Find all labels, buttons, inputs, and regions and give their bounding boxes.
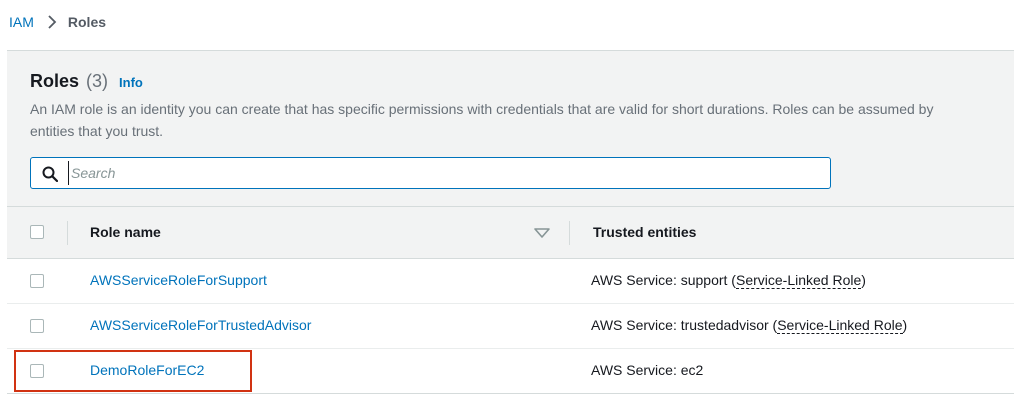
trusted-entity-text: AWS Service: support ( <box>591 272 736 288</box>
role-name-link[interactable]: AWSServiceRoleForTrustedAdvisor <box>90 317 311 333</box>
column-header-role-name[interactable]: Role name <box>90 224 161 240</box>
breadcrumb-iam-link[interactable]: IAM <box>9 14 34 30</box>
trusted-entity: AWS Service: support (Service-Linked Rol… <box>591 272 866 289</box>
roles-panel: Roles (3) Info An IAM role is an identit… <box>7 50 1014 395</box>
select-all-checkbox[interactable] <box>30 225 44 239</box>
table-row: DemoRoleForEC2 AWS Service: ec2 <box>7 349 1014 394</box>
table-row: AWSServiceRoleForSupport AWS Service: su… <box>7 259 1014 304</box>
page-description: An IAM role is an identity you can creat… <box>30 101 934 139</box>
page-title: Roles <box>30 71 80 91</box>
roles-count: (3) <box>86 71 109 91</box>
column-header-trusted-entities[interactable]: Trusted entities <box>593 224 696 240</box>
search-box[interactable] <box>30 157 831 189</box>
column-divider <box>569 221 570 245</box>
breadcrumb: IAM Roles <box>0 0 1014 44</box>
search-icon <box>42 166 58 182</box>
row-checkbox[interactable] <box>30 274 44 288</box>
trusted-entity: AWS Service: trustedadvisor (Service-Lin… <box>591 317 908 334</box>
panel-header: Roles (3) Info An IAM role is an identit… <box>7 51 1014 207</box>
service-linked-role-link[interactable]: Service-Linked Role <box>777 317 903 334</box>
trusted-entity: AWS Service: ec2 <box>591 362 703 378</box>
column-divider <box>67 221 68 245</box>
row-checkbox[interactable] <box>30 364 44 378</box>
trusted-entity-text: AWS Service: trustedadvisor ( <box>591 317 778 333</box>
role-name-link[interactable]: AWSServiceRoleForSupport <box>90 272 267 288</box>
roles-table: Role name Trusted entities AWSServiceRol… <box>7 207 1014 394</box>
title-row: Roles (3) Info <box>30 71 143 92</box>
trusted-entity-suffix: ) <box>902 317 908 333</box>
breadcrumb-current: Roles <box>67 14 107 30</box>
service-linked-role-link[interactable]: Service-Linked Role <box>735 272 862 289</box>
sort-down-icon[interactable] <box>534 228 550 238</box>
info-link[interactable]: Info <box>119 75 143 90</box>
trusted-entity-suffix: ) <box>861 272 866 288</box>
table-row: AWSServiceRoleForTrustedAdvisor AWS Serv… <box>7 304 1014 349</box>
row-checkbox[interactable] <box>30 319 44 333</box>
trusted-entity-text: AWS Service: ec2 <box>591 362 704 378</box>
search-input[interactable] <box>68 161 818 185</box>
table-header: Role name Trusted entities <box>7 207 1014 259</box>
chevron-right-icon <box>47 15 57 29</box>
role-name-link[interactable]: DemoRoleForEC2 <box>90 362 204 378</box>
